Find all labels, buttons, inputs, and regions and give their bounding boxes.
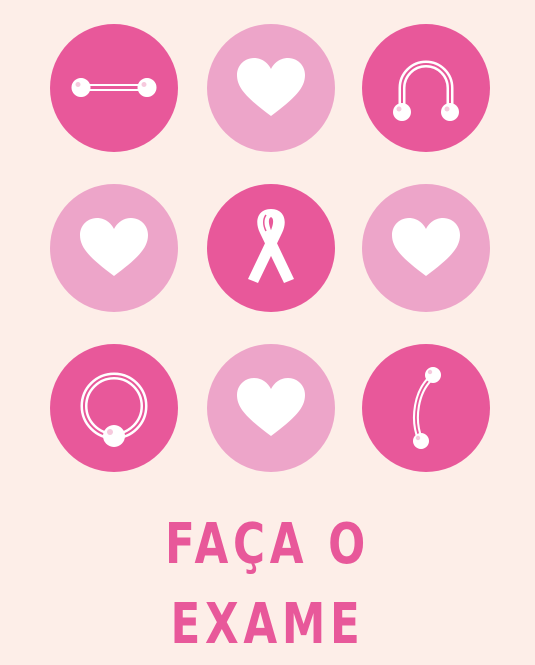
circle-barbell	[50, 24, 178, 152]
horseshoe-piercing-icon	[393, 60, 459, 121]
circle-heart	[207, 24, 335, 152]
circle-heart	[50, 184, 178, 312]
circle-curved-barbell	[362, 344, 490, 472]
icon-grid	[0, 0, 535, 500]
circle-heart	[207, 344, 335, 472]
barbell-piercing-icon	[71, 78, 157, 97]
awareness-ribbon-icon	[248, 209, 294, 283]
headline: FAÇA O EXAME	[165, 512, 370, 657]
circle-ribbon	[207, 184, 335, 312]
curved-barbell-piercing-icon	[413, 367, 441, 449]
circle-horseshoe	[362, 24, 490, 152]
heart-icon	[392, 218, 460, 276]
heart-icon	[237, 378, 305, 436]
circle-captive-ring	[50, 344, 178, 472]
captive-ring-piercing-icon	[80, 372, 148, 447]
heart-icon	[80, 218, 148, 276]
circle-heart	[362, 184, 490, 312]
heart-icon	[237, 58, 305, 116]
